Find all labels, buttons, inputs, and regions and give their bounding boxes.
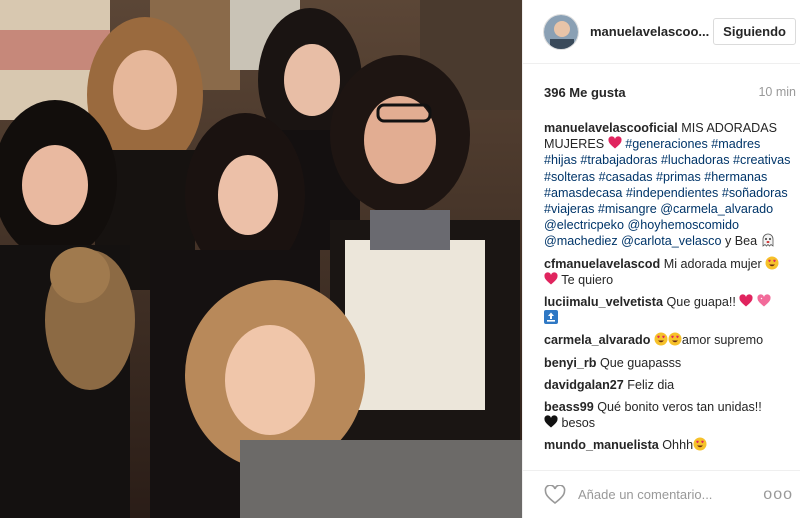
following-button[interactable]: Siguiendo [713, 18, 796, 45]
heart-eyes-emoji [668, 332, 682, 346]
likes-count[interactable]: 396 Me gusta [544, 85, 626, 100]
more-options-icon[interactable]: ooo [763, 486, 793, 504]
comment-username[interactable]: luciimalu_velvetista [544, 295, 663, 309]
comment-username[interactable]: mundo_manuelista [544, 438, 659, 452]
post-photo[interactable] [0, 0, 522, 518]
comment-input[interactable] [578, 487, 758, 502]
post-side-panel: manuelavelascoo... Siguiendo 396 Me gust… [522, 0, 800, 518]
post-time: 10 min [758, 85, 796, 99]
comment-username[interactable]: beass99 [544, 400, 594, 414]
comment-item: cfmanuelavelascod Mi adorada mujer Te qu… [544, 256, 794, 288]
comment-text: besos [561, 416, 596, 431]
comment-username[interactable]: carmela_alvarado [544, 333, 650, 347]
red-heart-emoji [739, 294, 753, 308]
red-heart-emoji [544, 272, 558, 286]
comment-item: luciimalu_velvetista Que guapa!! [544, 294, 794, 326]
red-heart-emoji [608, 136, 622, 150]
heart-outline-icon[interactable] [544, 483, 566, 505]
group-photo-image [0, 0, 522, 518]
comment-username[interactable]: davidgalan27 [544, 378, 624, 392]
comment-text: Mi adorada mujer [663, 256, 762, 271]
heart-eyes-emoji [654, 332, 668, 346]
black-heart-emoji [544, 415, 558, 429]
comment-text: Te quiero [561, 272, 614, 287]
post-header: manuelavelascoo... Siguiendo [523, 0, 800, 64]
sparkling-heart-emoji [757, 294, 771, 308]
caption: manuelavelascooficial MIS ADORADAS MUJER… [544, 120, 794, 250]
comment-text: Que guapasss [600, 355, 682, 370]
comment-text: Que guapa!! [666, 295, 736, 310]
comment-text: Feliz dia [627, 377, 675, 392]
ghost-emoji [761, 233, 775, 248]
post-author-username[interactable]: manuelavelascoo... [590, 24, 710, 39]
comment-bar: ooo [523, 470, 800, 518]
comment-text: Ohhh [662, 438, 694, 453]
comment-item: benyi_rb Que guapasss [544, 355, 794, 371]
comment-text: Qué bonito veros tan unidas!! [597, 400, 762, 415]
heart-eyes-emoji [693, 437, 707, 451]
comment-item: beass99 Qué bonito veros tan unidas!! be… [544, 399, 794, 431]
comments-list: manuelavelascooficial MIS ADORADAS MUJER… [523, 120, 800, 454]
comment-username[interactable]: benyi_rb [544, 356, 597, 370]
post-meta: 396 Me gusta 10 min [523, 64, 800, 120]
comment-item: carmela_alvarado amor supremo [544, 332, 794, 348]
comment-username[interactable]: cfmanuelavelascod [544, 257, 660, 271]
comment-item: davidgalan27 Feliz dia [544, 377, 794, 393]
top-arrow-emoji [544, 310, 558, 325]
heart-eyes-emoji [765, 256, 779, 270]
comment-text: amor supremo [681, 333, 764, 348]
comment-item: mundo_manuelista Ohhh [544, 437, 794, 453]
avatar[interactable] [543, 13, 579, 50]
caption-tail: y Bea [724, 234, 758, 249]
caption-username[interactable]: manuelavelascooficial [544, 121, 678, 135]
